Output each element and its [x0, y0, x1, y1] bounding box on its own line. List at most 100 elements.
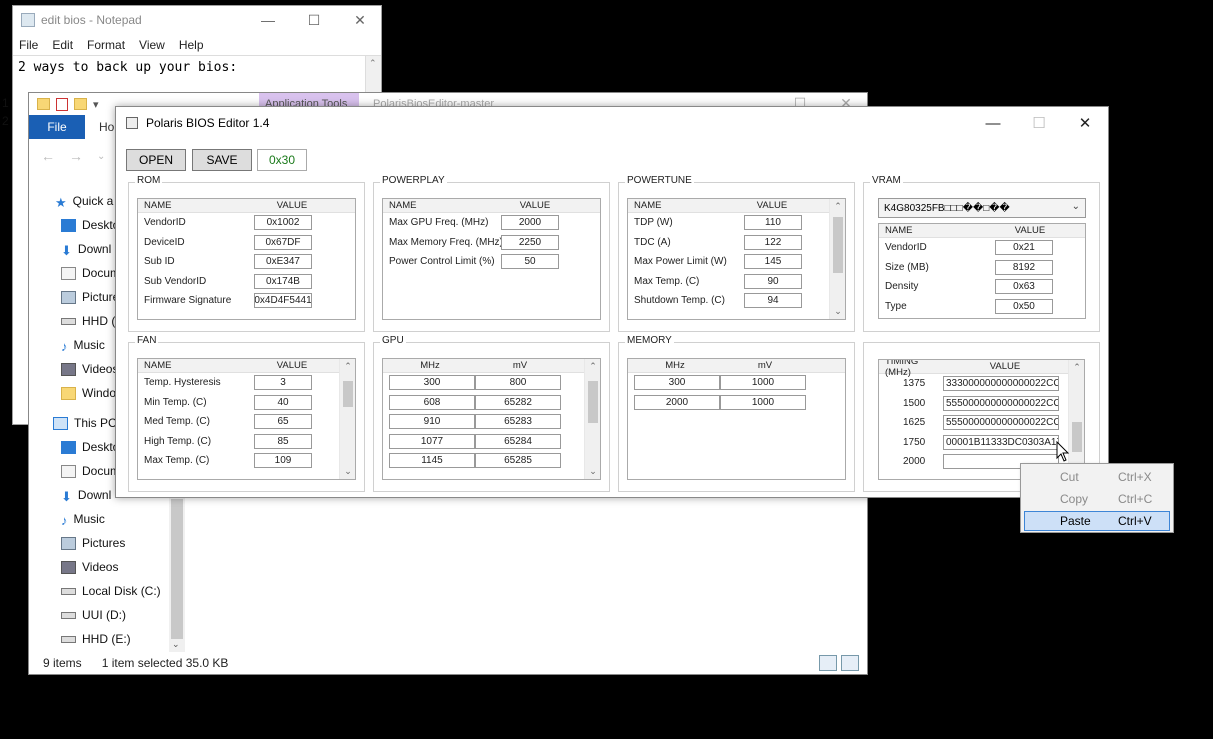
- file-tab[interactable]: File: [29, 115, 85, 139]
- nav-item[interactable]: HHD (E:): [29, 627, 185, 651]
- scroll-down-icon[interactable]: ⌄: [172, 639, 180, 650]
- nav-item[interactable]: ♪ Music: [29, 507, 185, 531]
- open-button[interactable]: OPEN: [126, 149, 186, 171]
- value-field[interactable]: 65: [254, 414, 312, 430]
- powertune-scrollbar[interactable]: ⌃ ⌄: [829, 199, 845, 319]
- new-folder-icon[interactable]: [74, 98, 87, 110]
- row-name: Temp. Hysteresis: [144, 377, 221, 389]
- scroll-down-icon[interactable]: ⌄: [830, 306, 845, 317]
- value-field[interactable]: 122: [744, 234, 802, 250]
- recent-chevron-icon[interactable]: ⌄: [97, 151, 105, 162]
- close-icon[interactable]: ✕: [1062, 107, 1108, 139]
- minimize-icon[interactable]: —: [970, 107, 1016, 139]
- mv-field[interactable]: 1000: [720, 375, 806, 391]
- mv-field[interactable]: 800: [475, 375, 561, 391]
- mhz-field[interactable]: 1077: [389, 433, 475, 449]
- scroll-up-icon[interactable]: ⌃: [1069, 362, 1084, 373]
- mv-field[interactable]: 65285: [475, 453, 561, 469]
- checksum-field[interactable]: 0x30: [257, 149, 307, 171]
- mhz-field[interactable]: 2000: [634, 394, 720, 410]
- close-icon[interactable]: ✕: [337, 6, 383, 34]
- nav-item[interactable]: Pictures: [29, 531, 185, 555]
- value-field[interactable]: 110: [744, 215, 802, 231]
- value-field[interactable]: 0xE347: [254, 254, 312, 270]
- mhz-field[interactable]: 300: [634, 375, 720, 391]
- large-icons-view-icon[interactable]: [841, 655, 859, 671]
- timing-value-field[interactable]: 555000000000000022CC1: [943, 415, 1059, 431]
- timing-value-field[interactable]: 555000000000000022CC1: [943, 395, 1059, 411]
- value-field[interactable]: 0x1002: [254, 215, 312, 231]
- notepad-text-area[interactable]: 2 ways to back up your bios:: [13, 56, 381, 79]
- mv-field[interactable]: 65282: [475, 394, 561, 410]
- scroll-up-icon[interactable]: ⌃: [340, 361, 355, 372]
- details-view-icon[interactable]: [819, 655, 837, 671]
- value-field[interactable]: 3: [254, 375, 312, 391]
- memory-rows: 300 1000 2000 1000: [628, 373, 845, 412]
- chevron-down-icon[interactable]: ⌄: [1072, 201, 1080, 212]
- mhz-field[interactable]: 608: [389, 394, 475, 410]
- mv-field[interactable]: 65283: [475, 414, 561, 430]
- scroll-thumb[interactable]: [171, 499, 183, 639]
- scroll-thumb[interactable]: [1072, 422, 1082, 452]
- folder-icon[interactable]: [37, 98, 50, 110]
- menu-item-shortcut: Ctrl+X: [1118, 470, 1152, 484]
- column-header-name: NAME: [144, 360, 172, 371]
- mv-field[interactable]: 1000: [720, 394, 806, 410]
- home-tab[interactable]: Ho: [99, 120, 114, 134]
- vram-chip-select[interactable]: K4G80325FB□□□��□�� ⌄: [878, 198, 1086, 218]
- value-field[interactable]: 145: [744, 254, 802, 270]
- mhz-field[interactable]: 300: [389, 375, 475, 391]
- scroll-thumb[interactable]: [343, 381, 353, 407]
- menu-help[interactable]: Help: [179, 38, 204, 52]
- timing-scrollbar[interactable]: ⌃: [1068, 360, 1084, 479]
- menu-format[interactable]: Format: [87, 38, 125, 52]
- value-field[interactable]: 90: [744, 273, 802, 289]
- mhz-field[interactable]: 910: [389, 414, 475, 430]
- scroll-thumb[interactable]: [588, 381, 598, 423]
- value-field[interactable]: 0x4D4F5441: [254, 293, 312, 309]
- mhz-field[interactable]: 1145: [389, 453, 475, 469]
- value-field[interactable]: 0x21: [995, 240, 1053, 256]
- scroll-up-icon[interactable]: ⌃: [830, 201, 845, 212]
- mv-field[interactable]: 65284: [475, 433, 561, 449]
- nav-item[interactable]: Videos: [29, 555, 185, 579]
- maximize-icon[interactable]: ☐: [291, 6, 337, 34]
- value-field[interactable]: 0x174B: [254, 273, 312, 289]
- nav-item[interactable]: UUI (D:): [29, 603, 185, 627]
- value-field[interactable]: 94: [744, 293, 802, 309]
- minimize-icon[interactable]: —: [245, 6, 291, 34]
- nav-item[interactable]: Local Disk (C:): [29, 579, 185, 603]
- maximize-icon[interactable]: ☐: [1016, 107, 1062, 139]
- value-field[interactable]: 0x63: [995, 279, 1053, 295]
- save-button[interactable]: SAVE: [192, 149, 252, 171]
- menu-view[interactable]: View: [139, 38, 165, 52]
- gpu-scrollbar[interactable]: ⌃ ⌄: [584, 359, 600, 479]
- menu-file[interactable]: File: [19, 38, 38, 52]
- value-field[interactable]: 0x67DF: [254, 234, 312, 250]
- menu-item-copy[interactable]: Copy Ctrl+C: [1024, 489, 1170, 509]
- timing-value-field[interactable]: 333000000000000022CC1: [943, 376, 1059, 392]
- value-field[interactable]: 50: [501, 254, 559, 270]
- forward-arrow-icon[interactable]: →: [69, 148, 83, 164]
- value-field[interactable]: 0x50: [995, 298, 1053, 314]
- value-field[interactable]: 8192: [995, 259, 1053, 275]
- properties-icon[interactable]: [56, 97, 68, 111]
- drive-icon: [61, 635, 76, 643]
- scroll-up-icon[interactable]: ⌃: [369, 58, 377, 69]
- value-field[interactable]: 85: [254, 433, 312, 449]
- scroll-up-icon[interactable]: ⌃: [585, 361, 600, 372]
- customize-toolbar-icon[interactable]: ▾: [93, 98, 99, 111]
- timing-value-field[interactable]: 00001B11333DC0303A17: [943, 434, 1059, 450]
- value-field[interactable]: 2250: [501, 234, 559, 250]
- fan-scrollbar[interactable]: ⌃ ⌄: [339, 359, 355, 479]
- menu-edit[interactable]: Edit: [52, 38, 73, 52]
- scroll-thumb[interactable]: [833, 217, 843, 273]
- scroll-down-icon[interactable]: ⌄: [585, 466, 600, 477]
- scroll-down-icon[interactable]: ⌄: [340, 466, 355, 477]
- menu-item-cut[interactable]: Cut Ctrl+X: [1024, 467, 1170, 487]
- back-arrow-icon[interactable]: ←: [41, 148, 55, 164]
- value-field[interactable]: 109: [254, 453, 312, 469]
- value-field[interactable]: 2000: [501, 215, 559, 231]
- value-field[interactable]: 40: [254, 394, 312, 410]
- menu-item-paste[interactable]: Paste Ctrl+V: [1024, 511, 1170, 531]
